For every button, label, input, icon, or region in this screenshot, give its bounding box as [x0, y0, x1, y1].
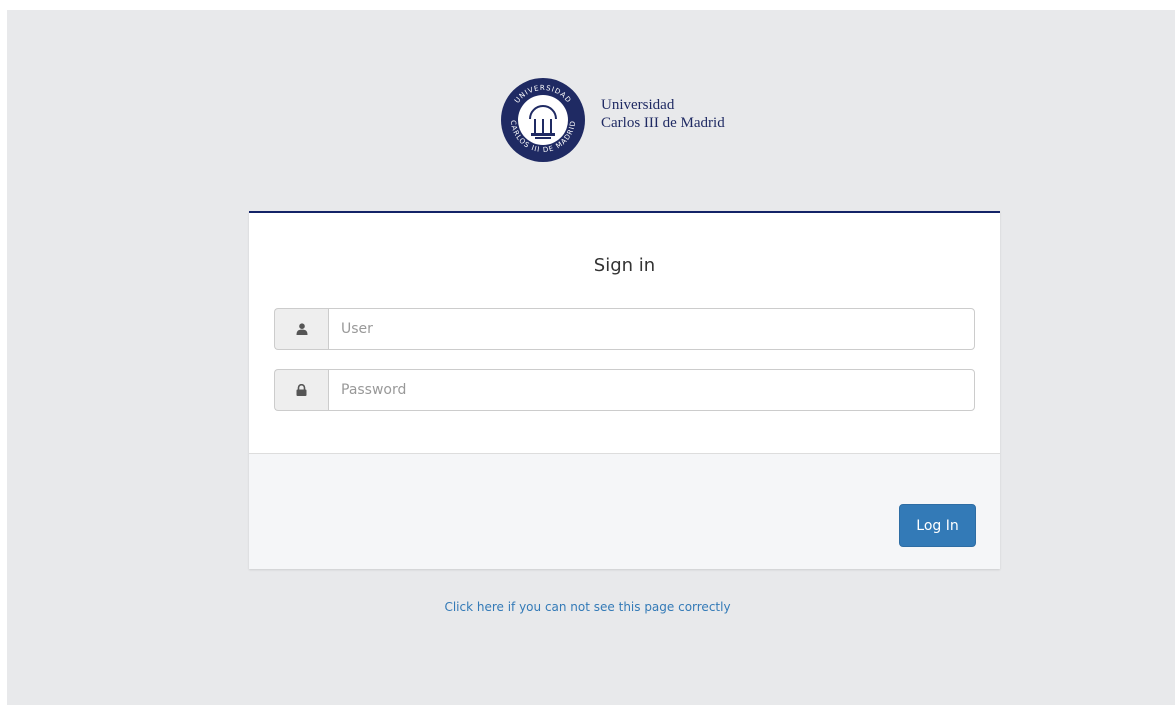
login-card: Sign in Log In [249, 211, 1000, 569]
university-name: Universidad Carlos III de Madrid [601, 96, 725, 132]
university-logo: UNIVERSIDAD CARLOS III DE MADRID Univers… [500, 77, 725, 163]
lock-icon [296, 384, 307, 396]
help-link[interactable]: Click here if you can not see this page … [0, 600, 1175, 614]
user-input-group [274, 308, 975, 350]
password-input-group [274, 369, 975, 411]
login-button[interactable]: Log In [899, 504, 976, 547]
card-footer: Log In [249, 453, 1000, 569]
university-name-line2: Carlos III de Madrid [601, 115, 725, 131]
user-input[interactable] [328, 308, 975, 350]
password-addon [274, 369, 328, 411]
university-seal-icon: UNIVERSIDAD CARLOS III DE MADRID [501, 78, 585, 162]
user-icon [296, 323, 307, 335]
user-addon [274, 308, 328, 350]
signin-title: Sign in [593, 255, 656, 276]
password-input[interactable] [328, 369, 975, 411]
university-name-line1: Universidad [601, 97, 675, 113]
